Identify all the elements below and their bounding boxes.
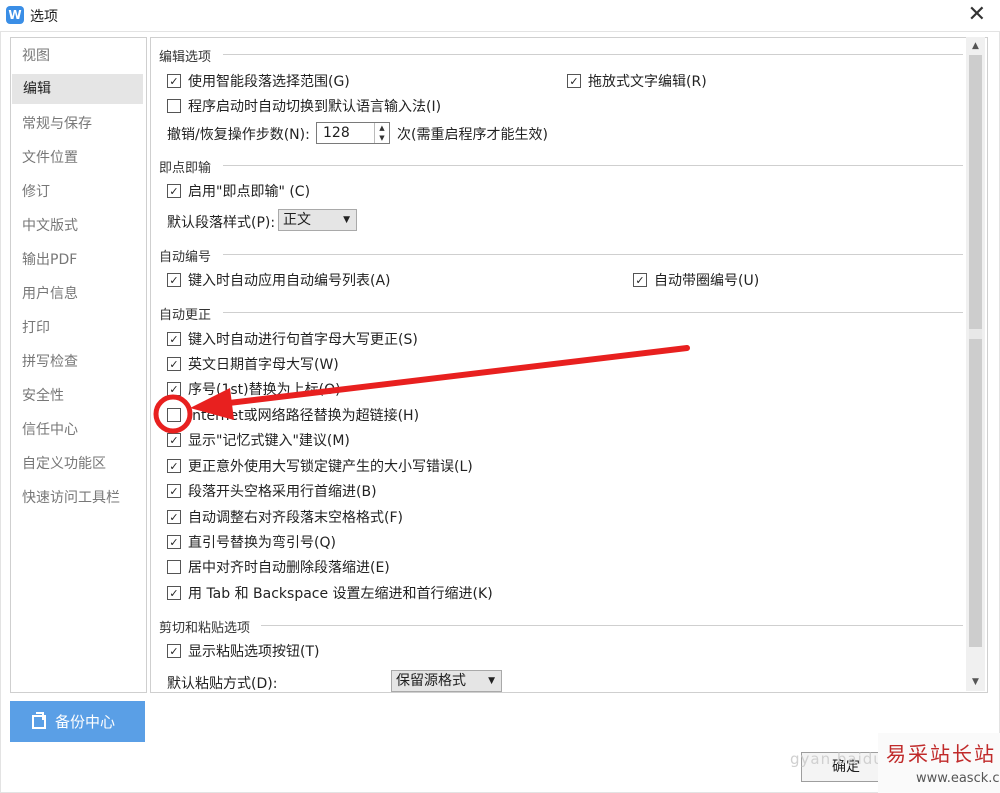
sidebar-item-edit[interactable]: 编辑 [12,74,143,104]
option-smart-quotes[interactable]: ✓ 直引号替换为弯引号(Q) [167,532,336,552]
option-autocomplete[interactable]: ✓ 显示"记忆式键入"建议(M) [167,430,350,450]
sidebar-item-customize-ribbon[interactable]: 自定义功能区 [11,449,142,479]
option-capitalize-date[interactable]: ✓ 英文日期首字母大写(W) [167,354,339,374]
check-icon[interactable]: ✓ [167,459,181,473]
check-icon[interactable]: ✓ [167,535,181,549]
section-divider [223,312,963,313]
check-icon[interactable]: ✓ [167,273,181,287]
option-ordinal-superscript[interactable]: ✓ 序号(1st)替换为上标(O) [167,379,341,399]
check-icon[interactable]: ✓ [167,184,181,198]
check-icon[interactable]: ✓ [167,74,181,88]
undo-steps-label: 撤销/恢复操作步数(N): [167,127,310,143]
sidebar-item-chinese-layout[interactable]: 中文版式 [11,211,142,241]
ok-button[interactable]: 确定 [801,752,891,782]
sidebar-item-spell-check[interactable]: 拼写检查 [11,347,142,377]
section-title-edit: 编辑选项 [159,50,212,65]
vertical-scrollbar[interactable]: ▲ ▼ [966,37,985,691]
sidebar-item-user-info[interactable]: 用户信息 [11,279,142,309]
option-drag-edit[interactable]: ✓ 拖放式文字编辑(R) [567,71,707,91]
check-icon[interactable]: ✓ [167,332,181,346]
watermark-site: www.easck.com [916,771,1000,786]
section-divider [223,254,963,255]
option-capitalize-sentence[interactable]: ✓ 键入时自动进行句首字母大写更正(S) [167,329,418,349]
sidebar-item-file-location[interactable]: 文件位置 [11,143,142,173]
section-title-auto-numbering: 自动编号 [159,250,212,265]
paste-mode-label: 默认粘贴方式(D): [167,676,278,692]
paste-mode-select[interactable]: 保留源格式 ▼ [391,670,502,692]
option-auto-list[interactable]: ✓ 键入时自动应用自动编号列表(A) [167,270,391,290]
scroll-up-icon[interactable]: ▲ [966,41,985,51]
window-title: 选项 [30,9,58,25]
option-auto-ime[interactable]: 程序启动时自动切换到默认语言输入法(I) [167,96,441,116]
check-icon[interactable]: ✓ [567,74,581,88]
watermark-logo: 易采站长站 www.easck.com [878,733,1000,793]
checkbox-empty[interactable] [167,560,181,574]
check-icon[interactable]: ✓ [167,484,181,498]
sidebar-item-general-save[interactable]: 常规与保存 [11,109,142,139]
check-icon[interactable]: ✓ [167,357,181,371]
stepper-arrows-icon[interactable]: ▲ ▼ [374,123,389,143]
option-center-remove-indent[interactable]: 居中对齐时自动删除段落缩进(E) [167,557,390,577]
title-bar: W 选项 ✕ [0,0,1000,32]
paragraph-style-select[interactable]: 正文 ▼ [278,209,357,231]
section-divider [223,54,963,55]
backup-center-label: 备份中心 [55,713,116,731]
section-divider [261,625,963,626]
option-tab-backspace-indent[interactable]: ✓ 用 Tab 和 Backspace 设置左缩进和首行缩进(K) [167,583,493,603]
sidebar-item-print[interactable]: 打印 [11,313,142,343]
sidebar-item-view[interactable]: 视图 [11,41,142,71]
option-smart-select[interactable]: ✓ 使用智能段落选择范围(G) [167,71,350,91]
section-divider [223,165,963,166]
scroll-down-icon[interactable]: ▼ [966,677,985,687]
wps-app-icon: W [6,6,24,24]
checkbox-empty[interactable] [167,408,181,422]
undo-steps-stepper[interactable]: 128 ▲ ▼ [316,122,390,144]
watermark-brand: 易采站长站 [886,742,996,766]
check-icon[interactable]: ✓ [167,433,181,447]
sidebar-item-security[interactable]: 安全性 [11,381,142,411]
chevron-down-icon: ▼ [488,676,495,686]
scroll-grip [969,329,982,339]
paragraph-style-label: 默认段落样式(P): [167,215,276,231]
option-caps-lock[interactable]: ✓ 更正意外使用大写锁定键产生的大小写错误(L) [167,456,473,476]
option-right-align-space[interactable]: ✓ 自动调整右对齐段落末空格格式(F) [167,507,403,527]
sidebar-item-revision[interactable]: 修订 [11,177,142,207]
check-icon[interactable]: ✓ [167,510,181,524]
sidebar-nav: 视图 编辑 常规与保存 文件位置 修订 中文版式 输出PDF 用户信息 打印 拼… [10,37,147,693]
backup-icon [32,711,46,729]
edit-options-panel: 编辑选项 ✓ 使用智能段落选择范围(G) ✓ 拖放式文字编辑(R) 程序启动时自动切… [150,37,988,693]
check-icon[interactable]: ✓ [167,644,181,658]
option-paste-button[interactable]: ✓ 显示粘贴选项按钮(T) [167,641,319,661]
sidebar-item-quick-access[interactable]: 快速访问工具栏 [11,483,142,513]
option-hyperlink[interactable]: Internet或网络路径替换为超链接(H) [167,405,419,425]
sidebar-item-export-pdf[interactable]: 输出PDF [11,245,142,275]
option-auto-circle[interactable]: ✓ 自动带圈编号(U) [633,270,759,290]
sidebar-item-trust-center[interactable]: 信任中心 [11,415,142,445]
chevron-down-icon: ▼ [343,215,350,225]
check-icon[interactable]: ✓ [633,273,647,287]
section-title-auto-correct: 自动更正 [159,308,212,323]
close-icon[interactable]: ✕ [968,3,986,27]
section-title-cut-paste: 剪切和粘贴选项 [159,621,251,636]
option-click-type[interactable]: ✓ 启用"即点即输" (C) [167,181,310,201]
scroll-thumb[interactable] [969,55,982,647]
check-icon[interactable]: ✓ [167,382,181,396]
undo-steps-note: 次(需重启程序才能生效) [397,127,548,143]
backup-center-button[interactable]: 备份中心 [10,701,145,742]
option-leading-space-indent[interactable]: ✓ 段落开头空格采用行首缩进(B) [167,481,377,501]
check-icon[interactable]: ✓ [167,586,181,600]
checkbox-empty[interactable] [167,99,181,113]
section-title-click-type: 即点即输 [159,161,212,176]
